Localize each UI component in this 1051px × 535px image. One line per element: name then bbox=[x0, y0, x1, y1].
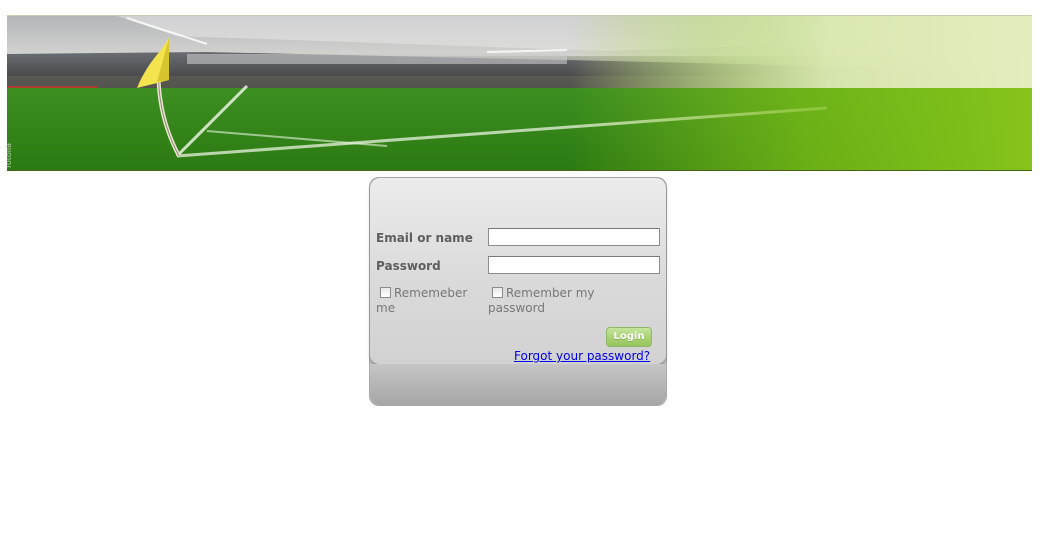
remember-password-label: Remember my password bbox=[488, 286, 595, 315]
remember-password-option[interactable]: Remember my password bbox=[488, 286, 614, 316]
login-form: Email or name Password Rememeber me Reme… bbox=[370, 178, 666, 365]
banner-watermark: fotolia bbox=[7, 142, 13, 168]
stadium-banner-image bbox=[7, 16, 1032, 170]
forgot-password-link[interactable]: Forgot your password? bbox=[514, 349, 650, 363]
remember-me-option[interactable]: Rememeber me bbox=[376, 286, 480, 316]
login-panel: Email or name Password Rememeber me Reme… bbox=[369, 177, 667, 406]
header-banner: fotolia bbox=[7, 15, 1032, 171]
login-button[interactable]: Login bbox=[606, 327, 652, 347]
remember-me-checkbox[interactable] bbox=[380, 287, 391, 298]
password-label: Password bbox=[376, 259, 441, 273]
password-input[interactable] bbox=[488, 256, 660, 274]
remember-password-checkbox[interactable] bbox=[492, 287, 503, 298]
email-label: Email or name bbox=[376, 231, 473, 245]
login-panel-footer bbox=[370, 364, 666, 405]
email-input[interactable] bbox=[488, 228, 660, 246]
